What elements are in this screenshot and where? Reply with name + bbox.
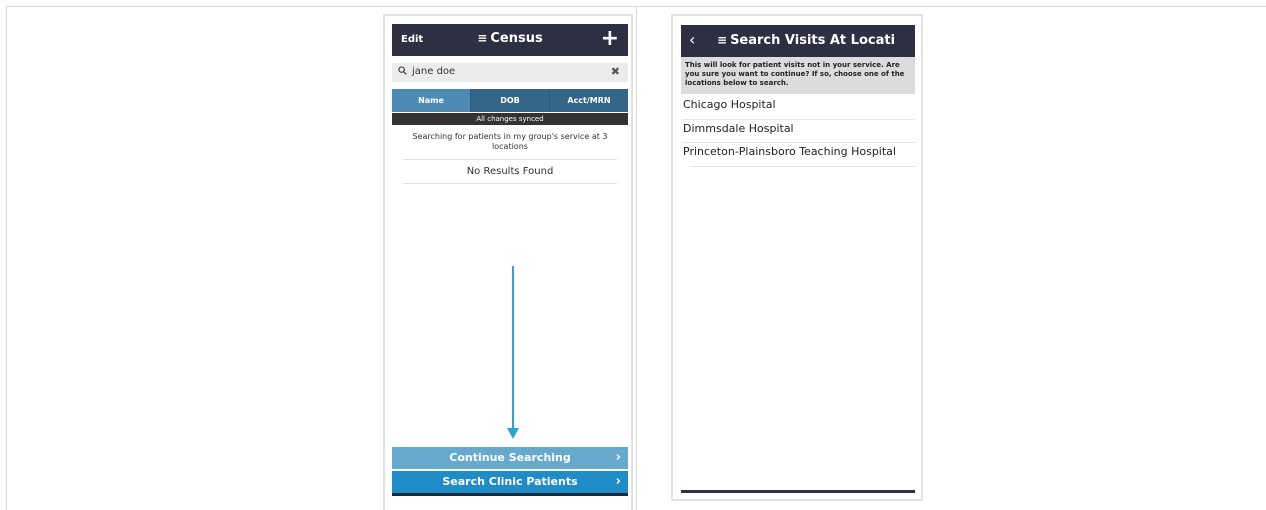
location-list: Chicago Hospital Dimmsdale Hospital Prin… bbox=[683, 96, 915, 167]
search-input[interactable]: jane doe bbox=[412, 66, 455, 77]
search-clinic-patients-label: Search Clinic Patients bbox=[442, 475, 578, 488]
continue-searching-label: Continue Searching bbox=[449, 451, 571, 464]
annotation-arrow-shaft bbox=[512, 266, 514, 430]
chevron-right-icon: › bbox=[615, 474, 621, 489]
location-label: Chicago Hospital bbox=[683, 98, 776, 111]
tab-dob[interactable]: DOB bbox=[471, 89, 550, 112]
location-label: Princeton-Plainsboro Teaching Hospital bbox=[683, 145, 896, 158]
location-item[interactable]: Princeton-Plainsboro Teaching Hospital bbox=[683, 143, 915, 167]
search-visits-title: ≡ Search Visits At Locati bbox=[717, 33, 895, 48]
sync-status: All changes synced bbox=[392, 113, 628, 125]
divider bbox=[403, 183, 617, 184]
search-bar[interactable]: jane doe ✖ bbox=[392, 63, 628, 82]
warning-message: This will look for patient visits not in… bbox=[681, 57, 915, 94]
list-icon: ≡ bbox=[717, 33, 728, 47]
location-item[interactable]: Dimmsdale Hospital bbox=[683, 120, 915, 143]
continue-searching-button[interactable]: Continue Searching › bbox=[392, 447, 628, 469]
search-clinic-patients-button[interactable]: Search Clinic Patients › bbox=[392, 471, 628, 493]
census-header: Edit ≡ Census + bbox=[392, 24, 628, 56]
location-item[interactable]: Chicago Hospital bbox=[683, 96, 915, 120]
bottom-bar bbox=[681, 490, 915, 493]
census-title: ≡ Census bbox=[392, 31, 628, 46]
clear-search-icon[interactable]: ✖ bbox=[611, 65, 620, 78]
no-results-text: No Results Found bbox=[466, 166, 554, 177]
add-icon[interactable]: + bbox=[601, 26, 619, 52]
search-visits-title-text: Search Visits At Locati bbox=[730, 33, 896, 48]
census-screen: Edit ≡ Census + jane doe ✖ Name DOB Acct/… bbox=[383, 14, 633, 510]
tab-acct-mrn[interactable]: Acct/MRN bbox=[550, 89, 628, 112]
divider bbox=[403, 159, 617, 160]
tab-name[interactable]: Name bbox=[392, 89, 471, 112]
search-info-text: Searching for patients in my group's ser… bbox=[412, 132, 608, 151]
search-icon bbox=[398, 66, 407, 78]
location-label: Dimmsdale Hospital bbox=[683, 121, 794, 135]
bottom-bar bbox=[392, 493, 628, 496]
annotation-arrow-head bbox=[507, 428, 519, 439]
column-divider bbox=[636, 6, 637, 510]
chevron-right-icon: › bbox=[615, 450, 621, 465]
search-mode-tabs: Name DOB Acct/MRN bbox=[392, 89, 628, 112]
census-title-text: Census bbox=[490, 31, 543, 46]
search-visits-screen: ‹ ≡ Search Visits At Locati This will loo… bbox=[671, 14, 923, 501]
search-visits-header: ‹ ≡ Search Visits At Locati bbox=[681, 25, 915, 57]
back-icon[interactable]: ‹ bbox=[689, 30, 695, 49]
list-icon: ≡ bbox=[477, 31, 488, 45]
